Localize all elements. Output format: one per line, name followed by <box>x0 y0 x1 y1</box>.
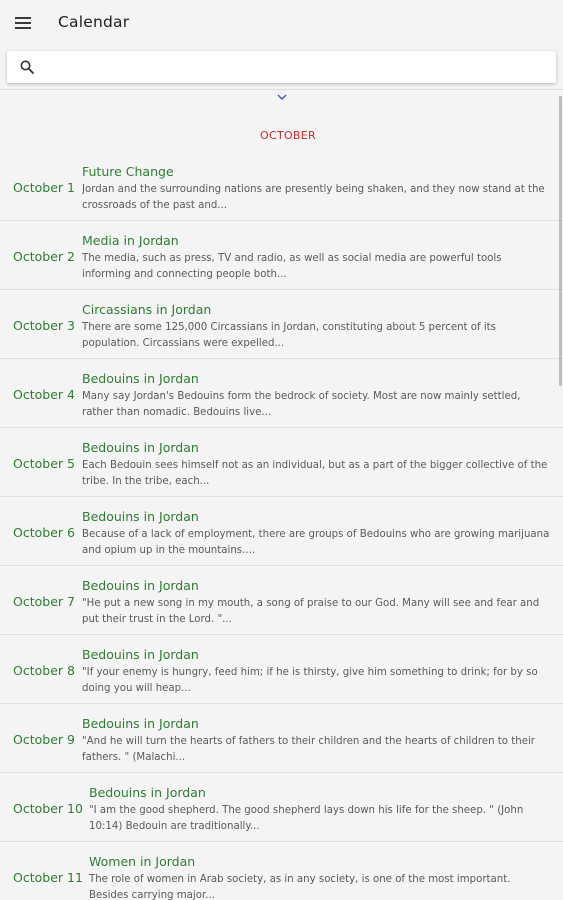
list-item[interactable]: October 2 Media in Jordan The media, such … <box>0 221 563 290</box>
list-item[interactable]: October 11 Women in Jordan The role of wom… <box>0 842 563 900</box>
entry-description: "If your enemy is hungry, feed him; if h… <box>82 667 538 694</box>
entry-title: Media in Jordan <box>82 233 179 248</box>
entry-description: Many say Jordan's Bedouins form the bedr… <box>82 391 521 418</box>
entry-date: October 2 <box>13 249 75 264</box>
entry-date: October 1 <box>13 180 75 195</box>
entry-description: There are some 125,000 Circassians in Jo… <box>82 322 496 349</box>
list-item[interactable]: October 6 Bedouins in Jordan Because of a … <box>0 497 563 566</box>
chevron-down-icon[interactable] <box>276 93 288 101</box>
app-bar: Calendar <box>0 0 563 46</box>
list-item[interactable]: October 1 Future Change Jordan and the sur… <box>0 152 563 221</box>
entry-description: "I am the good shepherd. The good shephe… <box>89 805 524 832</box>
list-item[interactable]: October 4 Bedouins in Jordan Many say Jord… <box>0 359 563 428</box>
page-title: Calendar <box>58 13 130 31</box>
entry-title: Bedouins in Jordan <box>82 716 199 731</box>
entry-title: Bedouins in Jordan <box>82 647 199 662</box>
entry-title: Bedouins in Jordan <box>82 578 199 593</box>
entry-date: October 6 <box>13 525 75 540</box>
entry-date: October 11 <box>13 870 83 885</box>
entry-date: October 3 <box>13 318 75 333</box>
search-bar[interactable] <box>7 51 556 83</box>
entry-date: October 7 <box>13 594 75 609</box>
entry-description: Jordan and the surrounding nations are p… <box>82 184 545 211</box>
entry-title: Bedouins in Jordan <box>82 371 199 386</box>
entry-description: Each Bedouin sees himself not as an indi… <box>82 460 548 487</box>
entry-list: October 1 Future Change Jordan and the sur… <box>0 152 563 900</box>
entry-date: October 10 <box>13 801 83 816</box>
entry-date: October 8 <box>13 663 75 678</box>
list-item[interactable]: October 7 Bedouins in Jordan "He put a new… <box>0 566 563 635</box>
list-item[interactable]: October 8 Bedouins in Jordan "If your enem… <box>0 635 563 704</box>
entry-date: October 4 <box>13 387 75 402</box>
entry-description: The media, such as press, TV and radio, … <box>82 253 502 280</box>
list-item[interactable]: October 9 Bedouins in Jordan "And he will … <box>0 704 563 773</box>
scrollbar[interactable] <box>559 96 562 386</box>
list-item[interactable]: October 5 Bedouins in Jordan Each Bedouin … <box>0 428 563 497</box>
entry-title: Future Change <box>82 164 174 179</box>
search-input[interactable] <box>47 55 551 81</box>
calendar-content: OCTOBER October 1 Future Change Jordan and… <box>0 89 563 900</box>
entry-description: Because of a lack of employment, there a… <box>82 529 550 556</box>
entry-description: "And he will turn the hearts of fathers … <box>82 736 535 763</box>
entry-description: "He put a new song in my mouth, a song o… <box>82 598 540 625</box>
entry-date: October 5 <box>13 456 75 471</box>
entry-title: Circassians in Jordan <box>82 302 212 317</box>
search-icon[interactable] <box>20 60 34 74</box>
hamburger-menu-icon[interactable] <box>15 17 31 29</box>
list-item[interactable]: October 3 Circassians in Jordan There are … <box>0 290 563 359</box>
entry-title: Bedouins in Jordan <box>82 440 199 455</box>
entry-title: Women in Jordan <box>89 854 196 869</box>
month-header: OCTOBER <box>260 129 316 142</box>
app-screen: Calendar OCTOBER October 1 Future Change J… <box>0 0 563 900</box>
entry-description: The role of women in Arab society, as in… <box>89 874 511 900</box>
entry-title: Bedouins in Jordan <box>82 509 199 524</box>
entry-date: October 9 <box>13 732 75 747</box>
list-item[interactable]: October 10 Bedouins in Jordan "I am the go… <box>0 773 563 842</box>
entry-title: Bedouins in Jordan <box>89 785 206 800</box>
